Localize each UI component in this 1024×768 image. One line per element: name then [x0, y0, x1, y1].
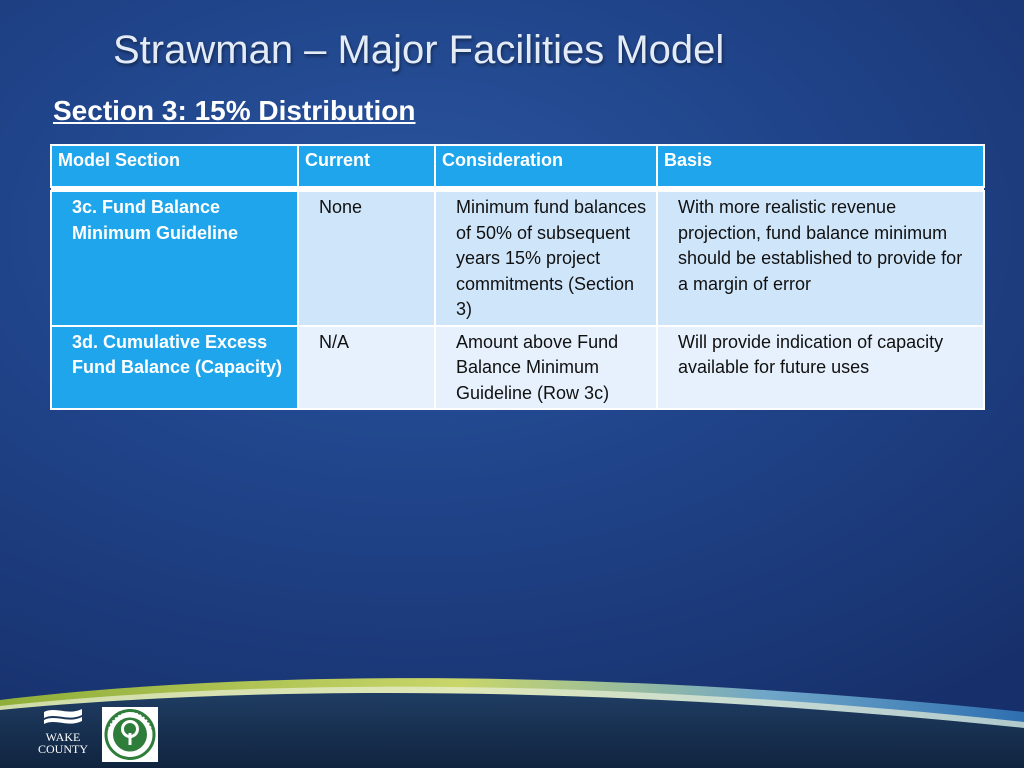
- cell-current: None: [297, 190, 436, 327]
- cell-current: N/A: [297, 324, 436, 410]
- header-basis: Basis: [656, 144, 985, 188]
- header-current: Current: [297, 144, 436, 188]
- header-consideration: Consideration: [434, 144, 658, 188]
- wake-county-text: WAKE COUNTY: [38, 730, 88, 756]
- slide-title: Strawman – Major Facilities Model: [113, 28, 725, 72]
- cell-consideration: Amount above Fund Balance Minimum Guidel…: [434, 324, 658, 410]
- cell-basis: Will provide indication of capacity avai…: [656, 324, 985, 410]
- cell-basis: With more realistic revenue projection, …: [656, 190, 985, 327]
- flag-icon: [44, 709, 82, 724]
- table-row: 3c. Fund Balance Minimum Guideline None …: [50, 190, 985, 327]
- cell-model-section: 3c. Fund Balance Minimum Guideline: [50, 190, 299, 327]
- header-model-section: Model Section: [50, 144, 299, 188]
- section-subtitle: Section 3: 15% Distribution: [53, 95, 416, 126]
- cell-model-section: 3d. Cumulative Excess Fund Balance (Capa…: [50, 324, 299, 410]
- distribution-table: Model Section Current Consideration Basi…: [50, 144, 985, 410]
- table-header-row: Model Section Current Consideration Basi…: [50, 144, 985, 188]
- cell-consideration: Minimum fund balances of 50% of subseque…: [434, 190, 658, 327]
- wake-county-logo: WAKE COUNTY: [38, 706, 88, 762]
- table-row: 3d. Cumulative Excess Fund Balance (Capa…: [50, 324, 985, 410]
- county-seal-icon: [102, 707, 158, 762]
